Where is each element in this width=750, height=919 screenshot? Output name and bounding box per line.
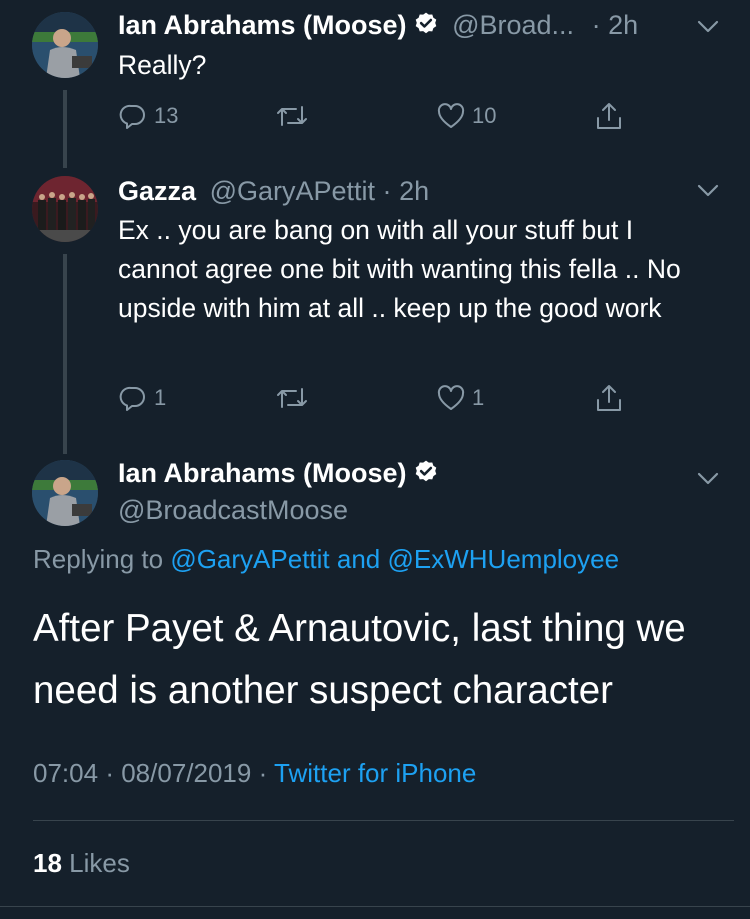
retweet-icon xyxy=(277,388,307,408)
like-button[interactable]: 1 xyxy=(436,380,484,416)
divider xyxy=(0,906,750,907)
likes-stat[interactable]: 18 Likes xyxy=(33,848,130,879)
separator-dot: · xyxy=(258,758,268,788)
like-count: 1 xyxy=(472,385,485,410)
like-button[interactable]: 10 xyxy=(436,98,496,134)
verified-badge-icon xyxy=(413,11,439,44)
likes-count: 18 xyxy=(33,848,62,878)
tweet-time: 07:04 xyxy=(33,758,99,788)
share-icon xyxy=(597,103,621,129)
avatar[interactable] xyxy=(32,12,98,78)
handle[interactable]: @GaryAPettit xyxy=(210,176,375,206)
reply-icon xyxy=(119,386,145,411)
chevron-down-icon[interactable] xyxy=(696,16,720,41)
reply-button[interactable]: 1 xyxy=(118,380,166,416)
retweet-button[interactable] xyxy=(274,380,310,416)
tweet-actions: 1 1 xyxy=(118,380,638,420)
main-tweet-text: After Payet & Arnautovic, last thing we … xyxy=(33,607,686,712)
tweet-1[interactable]: Ian Abrahams (Moose) @Broad... · 2h Real… xyxy=(0,0,750,168)
tweet-actions: 13 10 xyxy=(118,98,638,138)
avatar[interactable] xyxy=(32,460,98,526)
replying-to: Replying to @GaryAPettit and @ExWHUemplo… xyxy=(33,544,619,575)
chevron-down-icon[interactable] xyxy=(696,468,720,493)
reply-count: 13 xyxy=(154,103,179,128)
share-icon xyxy=(597,385,621,411)
heart-icon xyxy=(437,385,465,410)
tweet-meta: 07:04 · 08/07/2019 · Twitter for iPhone xyxy=(33,758,476,789)
retweet-button[interactable] xyxy=(274,98,310,134)
reply-count: 1 xyxy=(154,385,167,410)
tweet-text: Ex .. you are bang on with all your stuf… xyxy=(118,215,681,323)
tweet-date: 08/07/2019 xyxy=(121,758,252,788)
reply-icon xyxy=(119,104,145,129)
display-name[interactable]: Ian Abrahams (Moose) xyxy=(118,458,407,488)
tweet-source-link[interactable]: Twitter for iPhone xyxy=(274,758,476,788)
avatar-photo xyxy=(32,460,98,526)
verified-badge-icon xyxy=(413,459,439,492)
reply-button[interactable]: 13 xyxy=(118,98,178,134)
tweet-header: Gazza @GaryAPettit · 2h xyxy=(118,176,429,207)
replying-to-label: Replying to xyxy=(33,544,164,574)
like-count: 10 xyxy=(472,103,497,128)
separator-dot: · xyxy=(382,176,392,206)
tweet-header: Ian Abrahams (Moose) @Broad... · 2h xyxy=(118,10,638,44)
display-name[interactable]: Ian Abrahams (Moose) xyxy=(118,10,407,40)
avatar-photo xyxy=(32,12,98,78)
mention-link[interactable]: @GaryAPettit xyxy=(170,544,329,574)
share-button[interactable] xyxy=(594,380,624,416)
main-tweet: Ian Abrahams (Moose) @BroadcastMoose Rep… xyxy=(0,450,750,919)
separator-dot: · xyxy=(105,758,114,788)
timestamp[interactable]: 2h xyxy=(399,176,429,206)
mention-conjunction[interactable]: and xyxy=(337,544,380,574)
display-name[interactable]: Gazza xyxy=(118,176,196,206)
separator-dot: · xyxy=(591,10,601,40)
tweet-2[interactable]: Gazza @GaryAPettit · 2h Ex .. you are ba… xyxy=(0,160,750,454)
retweet-icon xyxy=(277,106,307,126)
share-button[interactable] xyxy=(594,98,624,134)
thread-line xyxy=(63,254,67,454)
chevron-down-icon[interactable] xyxy=(696,180,720,205)
handle[interactable]: @Broad... xyxy=(452,10,574,40)
likes-label: Likes xyxy=(69,848,130,878)
timestamp[interactable]: 2h xyxy=(608,10,638,40)
avatar-photo xyxy=(32,176,98,242)
heart-icon xyxy=(437,103,465,128)
handle[interactable]: @BroadcastMoose xyxy=(118,495,348,526)
tweet-text: Really? xyxy=(118,50,207,80)
divider xyxy=(33,820,734,821)
mention-link[interactable]: @ExWHUemployee xyxy=(388,544,620,574)
thread-line xyxy=(63,90,67,168)
avatar[interactable] xyxy=(32,176,98,242)
author-name-row: Ian Abrahams (Moose) xyxy=(118,458,439,492)
